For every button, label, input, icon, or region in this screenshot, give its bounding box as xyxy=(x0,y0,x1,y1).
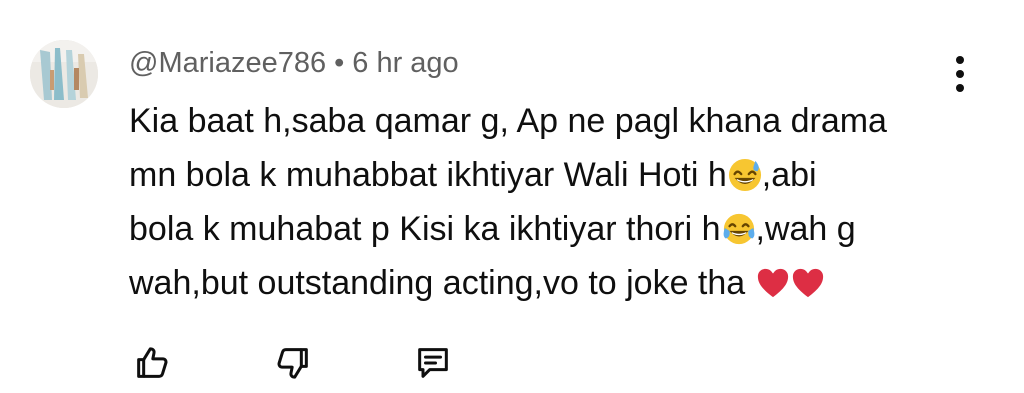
comment-line-text: Kia baat h,saba qamar g, Ap ne pagl khan… xyxy=(129,102,887,140)
comment-timestamp[interactable]: 6 hr ago xyxy=(352,47,458,79)
thumbs-up-icon xyxy=(137,347,168,378)
comment-line: Kia baat h,saba qamar g, Ap ne pagl khan… xyxy=(129,94,989,148)
avatar[interactable] xyxy=(30,40,98,108)
red-heart-emoji-icon xyxy=(792,268,823,298)
comment-line-text: mn bola k muhabbat ikhtiyar Wali Hoti h xyxy=(129,156,727,194)
comment-line: wah,but outstanding acting,vo to joke th… xyxy=(129,256,989,310)
meta-separator: • xyxy=(334,47,345,79)
comment-line-text: wah,but outstanding acting,vo to joke th… xyxy=(129,264,755,302)
tears-of-joy-emoji-icon xyxy=(723,213,754,245)
kebab-dot xyxy=(956,70,964,78)
comment-text: Kia baat h,saba qamar g, Ap ne pagl khan… xyxy=(129,94,989,310)
kebab-dot xyxy=(956,56,964,64)
comment-line: bola k muhabat p Kisi ka ikhtiyar thori … xyxy=(129,202,989,256)
comment-reply-icon xyxy=(418,348,448,378)
grinning-sweat-emoji-icon xyxy=(728,158,761,192)
more-vertical-icon[interactable] xyxy=(946,52,974,96)
kebab-dot xyxy=(956,84,964,92)
reply-button[interactable] xyxy=(408,338,458,388)
comment-line-text: bola k muhabat p Kisi ka ikhtiyar thori … xyxy=(129,210,721,248)
comment-line-after: ,wah g xyxy=(755,210,856,248)
avatar-image xyxy=(30,40,98,108)
comment-action-bar xyxy=(0,338,1024,388)
comment-meta: @Mariazee786 • 6 hr ago xyxy=(129,43,459,83)
author-name[interactable]: @Mariazee786 xyxy=(129,47,326,79)
red-heart-emoji-icon xyxy=(757,268,788,298)
like-button[interactable] xyxy=(127,338,177,388)
comment-line-after: ,abi xyxy=(761,156,817,194)
dislike-button[interactable] xyxy=(268,338,318,388)
comment-line: mn bola k muhabbat ikhtiyar Wali Hoti h … xyxy=(129,148,989,202)
thumbs-down-icon xyxy=(277,348,308,379)
